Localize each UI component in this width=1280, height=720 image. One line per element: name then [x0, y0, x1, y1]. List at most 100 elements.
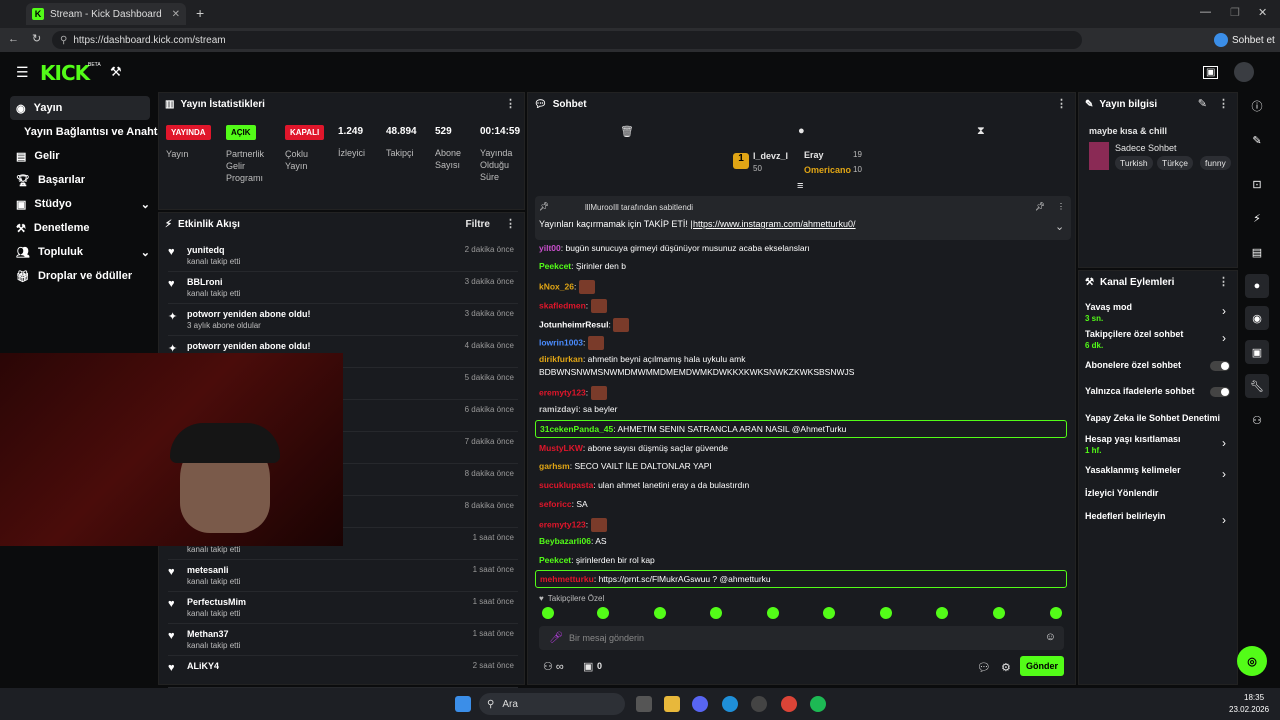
chat-username[interactable]: garhsm [539, 461, 570, 471]
emote-picker-item[interactable] [993, 607, 1005, 619]
nav-item-topluluk[interactable]: 👥︎ Topluluk ⌄ [10, 240, 150, 264]
browser-tab[interactable]: K Stream - Kick Dashboard ✕ [26, 3, 186, 25]
task-view-icon[interactable] [636, 696, 652, 712]
emote-picker-item[interactable] [880, 607, 892, 619]
layout-icon[interactable]: ▣ [1245, 340, 1269, 364]
chat-username[interactable]: yilt00 [539, 243, 561, 253]
menu-icon[interactable]: ☰ [16, 64, 29, 81]
chevron-right-icon[interactable]: › [1222, 304, 1226, 318]
discord-icon[interactable] [692, 696, 708, 712]
info-icon[interactable]: ⓘ [1245, 94, 1269, 118]
edge-icon[interactable] [722, 696, 738, 712]
chat-icon[interactable]: ● [1245, 274, 1269, 298]
new-tab-icon[interactable]: + [196, 5, 204, 21]
emote-picker-item[interactable] [597, 607, 609, 619]
channel-action-item[interactable]: Abonelere özel sohbet [1085, 360, 1230, 370]
maximize-icon[interactable]: ❐ [1230, 6, 1240, 19]
category-name[interactable]: Sadece Sohbet [1115, 143, 1177, 153]
chat-username[interactable]: Peekcet [539, 261, 571, 271]
close-tab-icon[interactable]: ✕ [172, 9, 180, 20]
more-icon[interactable]: ⋮ [1218, 97, 1229, 110]
chat-username[interactable]: lowrin1003 [539, 337, 583, 347]
reload-icon[interactable]: ↻ [32, 32, 41, 45]
wrench-icon[interactable]: 🔧︎ [1245, 374, 1269, 398]
chat-username[interactable]: kNox_26 [539, 281, 574, 291]
channel-action-item[interactable]: İzleyici Yönlendir [1085, 488, 1230, 498]
chat-bubble-icon[interactable]: ● [798, 125, 805, 137]
unpin-icon[interactable]: 📌︎ [1035, 202, 1045, 211]
edit-icon[interactable]: ✎ [1198, 97, 1207, 110]
chat-input[interactable]: 🎤︎ Bir mesaj gönderin ☺ [539, 626, 1064, 650]
chat-username[interactable]: eremyty123 [539, 519, 586, 529]
trash-icon[interactable]: 🗑︎ [620, 125, 634, 138]
more-icon[interactable]: ⋮ [1218, 275, 1229, 288]
pin-more-icon[interactable]: ⋮ [1057, 202, 1065, 211]
expand-icon[interactable]: ≡ [797, 180, 803, 192]
channel-action-item[interactable]: Takipçilere özel sohbet 6 dk. [1085, 329, 1230, 350]
chat-username[interactable]: ramizdayi [539, 404, 578, 414]
windows-start-icon[interactable] [455, 696, 471, 712]
site-info-icon[interactable]: ⚲ [60, 35, 67, 46]
nav-item-denetleme[interactable]: ⚒ Denetleme [10, 216, 150, 240]
share-icon[interactable]: ⚇ [1245, 408, 1269, 432]
back-icon[interactable]: ← [8, 33, 19, 45]
broadcast-icon[interactable]: ◉ [1245, 306, 1269, 330]
nav-item-basarilar[interactable]: 🏆︎ Başarılar [10, 168, 150, 192]
taskbar-search[interactable]: ⚲ Ara [479, 693, 625, 715]
emote-picker-item[interactable] [710, 607, 722, 619]
copilot-button[interactable]: Sohbet et [1214, 31, 1275, 49]
chat-username[interactable]: skafledmen [539, 300, 586, 310]
avatar[interactable] [1234, 62, 1254, 82]
stream-tag[interactable]: funny [1200, 156, 1231, 170]
chat-username[interactable]: MustyLKW [539, 443, 583, 453]
stream-tag[interactable]: Türkçe [1157, 156, 1193, 170]
chevron-right-icon[interactable]: › [1222, 331, 1226, 345]
more-icon[interactable]: ⋮ [505, 217, 516, 230]
emote-picker-item[interactable] [823, 607, 835, 619]
notes-icon[interactable]: ▤ [1245, 240, 1269, 264]
nav-item-yayin[interactable]: ◉ Yayın [10, 96, 150, 120]
emoji-icon[interactable]: ☺ [1045, 631, 1056, 643]
lightning-icon[interactable]: ⚡︎ [1245, 206, 1269, 230]
emote-picker-item[interactable] [654, 607, 666, 619]
nav-item-droplar[interactable]: 🎁︎ Droplar ve ödüller [10, 264, 150, 288]
channel-action-item[interactable]: Yapay Zeka ile Sohbet Denetimi [1085, 413, 1230, 423]
emote-picker-item[interactable] [542, 607, 554, 619]
send-button[interactable]: Gönder [1020, 656, 1064, 676]
stream-tag[interactable]: Turkish [1115, 156, 1153, 170]
chat-username[interactable]: sucuklupasta [539, 480, 593, 490]
window-close-icon[interactable]: ✕ [1258, 6, 1267, 19]
kick-logo[interactable]: KICK [40, 61, 90, 85]
emote-picker-item[interactable] [936, 607, 948, 619]
chat-username[interactable]: JotunheimrResul [539, 319, 608, 329]
community-icon[interactable]: ⚇ ∞ [543, 660, 564, 673]
chat-username[interactable]: eremyty123 [539, 387, 586, 397]
channel-action-item[interactable]: Yasaklanmış kelimeler [1085, 465, 1230, 475]
chat-username[interactable]: Peekcet [539, 555, 571, 565]
chat-settings-bubble-icon[interactable]: 💬︎ [977, 661, 991, 674]
channel-action-item[interactable]: Yalnızca ifadelerle sohbet [1085, 386, 1230, 396]
pencil-icon[interactable]: ✎ [1245, 128, 1269, 152]
nav-item-gelir[interactable]: ▤ Gelir [10, 144, 150, 168]
mic-icon[interactable]: 🎤︎ [549, 631, 563, 644]
chrome-icon[interactable] [781, 696, 797, 712]
chat-username[interactable]: 31cekenPanda_45 [540, 424, 613, 434]
chevron-right-icon[interactable]: › [1222, 467, 1226, 481]
chevron-right-icon[interactable]: › [1222, 436, 1226, 450]
filter-button[interactable]: Filtre [466, 219, 490, 230]
chevron-down-icon[interactable]: ⌄ [1055, 220, 1064, 233]
chat-username[interactable]: Beybazarli06 [539, 536, 591, 546]
channel-action-item[interactable]: Hesap yaşı kısıtlaması 1 hf. [1085, 434, 1230, 455]
nav-item-studyo[interactable]: ▣ Stüdyo ⌄ [10, 192, 150, 216]
action-toggle[interactable] [1210, 361, 1230, 371]
capture-icon[interactable]: ⊡ [1245, 172, 1269, 196]
pinned-link[interactable]: https://www.instagram.com/ahmetturku0/ [693, 219, 856, 229]
minimize-icon[interactable]: — [1200, 6, 1211, 18]
spotify-icon[interactable] [810, 696, 826, 712]
chat-username[interactable]: dirikfurkan [539, 354, 583, 364]
studio-icon[interactable]: ▣ [1203, 66, 1219, 79]
more-icon[interactable]: ⋮ [505, 97, 516, 110]
chat-username[interactable]: mehmetturku [540, 574, 594, 584]
support-icon[interactable]: ◎ [1237, 646, 1267, 676]
nav-item-stream-key[interactable]: Yayın Bağlantısı ve Anahtarı [10, 120, 171, 144]
